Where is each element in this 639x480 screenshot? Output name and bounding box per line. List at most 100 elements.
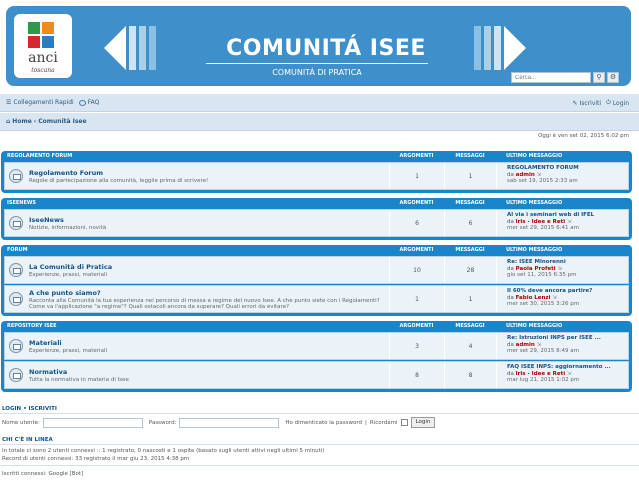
column-last-post: ULTIMO MESSAGGIO xyxy=(506,200,563,206)
last-post-user-link[interactable]: admin xyxy=(516,172,535,178)
last-post-title-link[interactable]: Al via i seminari web di IFEL xyxy=(507,212,628,218)
forum-info: Normativa Tutta la normativa in materia d… xyxy=(5,362,390,388)
forum-read-icon xyxy=(9,368,23,382)
separator: | xyxy=(365,419,367,426)
view-latest-post-icon[interactable]: ⇲ xyxy=(537,172,542,178)
register-link[interactable]: Iscriviti xyxy=(579,100,601,107)
forum-row: Regolamento Forum Regole di partecipazion… xyxy=(4,162,629,190)
search-button[interactable]: ⚲ xyxy=(593,72,605,83)
last-post-title-link[interactable]: REGOLAMENTO FORUM xyxy=(507,165,628,171)
category-header: ISEENEWS ARGOMENTI MESSAGGI ULTIMO MESSAGGI… xyxy=(4,198,629,208)
forum-description: Tutta la normativa in materia di Isee xyxy=(29,376,129,383)
forum-info: La Comunità di Pratica Esperienze, prassi… xyxy=(5,257,390,283)
login-link[interactable]: Login xyxy=(613,100,629,107)
last-post-author: da Paola Profeti ⇲ xyxy=(507,266,628,272)
login-form: Nome utente: Password: Ho dimenticato la… xyxy=(2,417,436,428)
online-users-line: Iscritti connessi: Google [Bot] xyxy=(2,471,84,477)
menu-icon: ☰ xyxy=(6,99,12,106)
forum-read-icon xyxy=(9,263,23,277)
view-latest-post-icon[interactable]: ⇲ xyxy=(567,371,572,377)
view-latest-post-icon[interactable]: ⇲ xyxy=(567,219,572,225)
quick-links-label: Collegamenti Rapidi xyxy=(13,99,74,106)
right-arrows-icon xyxy=(474,26,526,70)
logo-subtext: toscana xyxy=(31,67,55,74)
last-post-by-label: da xyxy=(507,294,514,301)
forum-description: Esperienze, prassi, materiali xyxy=(29,271,108,278)
current-date: Oggi è ven set 02, 2015 6:02 pm xyxy=(538,133,629,139)
username-input[interactable] xyxy=(42,417,143,428)
search-icon: ⚲ xyxy=(596,73,602,81)
forgot-password-link[interactable]: Ho dimenticato la password xyxy=(285,420,362,426)
forum-info: A che punto siamo? Racconta alla Comunità… xyxy=(5,286,390,312)
remember-label: Ricordami xyxy=(369,419,398,426)
forum-row: La Comunità di Pratica Esperienze, prassi… xyxy=(4,256,629,284)
quick-links-menu[interactable]: ☰ Collegamenti Rapidi FAQ xyxy=(6,99,99,106)
faq-link[interactable]: FAQ xyxy=(88,99,100,106)
view-latest-post-icon[interactable]: ⇲ xyxy=(557,266,562,272)
forum-title-link[interactable]: La Comunità di Pratica xyxy=(29,263,112,271)
forum-title-link[interactable]: Normativa xyxy=(29,368,129,376)
last-post-date: sab set 19, 2015 2:33 am xyxy=(507,178,578,184)
last-post: Re: ISEE Minorenni da Paola Profeti ⇲ gio … xyxy=(497,257,628,283)
last-post-user-link[interactable]: Iris - Idee e Reti xyxy=(516,219,566,225)
breadcrumb-home[interactable]: Home xyxy=(12,118,31,125)
login-button[interactable]: Login xyxy=(410,417,436,428)
anci-logo[interactable]: anci toscana xyxy=(14,14,72,78)
category-title[interactable]: FORUM xyxy=(4,247,389,253)
breadcrumb: ⌂ Home ‹ Comunità Isee xyxy=(0,113,639,131)
last-post-title-link[interactable]: Re: ISEE Minorenni xyxy=(507,259,628,265)
login-section-title[interactable]: LOGIN • ISCRIVITI xyxy=(2,406,57,412)
last-post-user-link[interactable]: admin xyxy=(516,342,535,348)
last-post-user-link[interactable]: Paola Profeti xyxy=(516,266,556,272)
forum-info: Materiali Esperienze, prassi, materiali xyxy=(5,333,390,359)
forum-category: REPOSITORY ISEE ARGOMENTI MESSAGGI ULTIMO M… xyxy=(1,321,632,392)
power-icon: ⏻ xyxy=(606,99,611,106)
username-label: Nome utente: xyxy=(2,419,40,426)
last-post-author: da Iris - Idee e Reti ⇲ xyxy=(507,219,628,225)
posts-count: 8 xyxy=(445,362,497,388)
last-post-date: mer set 29, 2015 6:41 am xyxy=(507,225,579,231)
last-post-date: mer set 30, 2015 3:26 pm xyxy=(507,301,580,307)
view-latest-post-icon[interactable]: ⇲ xyxy=(537,342,542,348)
header-banner: anci toscana COMUNITÁ ISEE COMUNITÁ DI P… xyxy=(6,6,631,86)
forum-title-link[interactable]: Materiali xyxy=(29,339,107,347)
category-title[interactable]: REPOSITORY ISEE xyxy=(4,323,389,329)
logo-square-green xyxy=(28,22,40,34)
column-topics: ARGOMENTI xyxy=(399,153,434,159)
search-input[interactable] xyxy=(511,72,591,83)
last-post: Re: Istruzioni INPS per ISEE ... da admin… xyxy=(497,333,628,359)
forum-title-link[interactable]: IseeNews xyxy=(29,216,106,224)
last-post-title-link[interactable]: Re: Istruzioni INPS per ISEE ... xyxy=(507,335,628,341)
left-arrows-icon xyxy=(104,26,156,70)
breadcrumb-current[interactable]: Comunità Isee xyxy=(38,118,86,125)
forum-category: REGOLAMENTO FORUM ARGOMENTI MESSAGGI ULTIMO… xyxy=(1,151,632,193)
category-header: REGOLAMENTO FORUM ARGOMENTI MESSAGGI ULTIMO… xyxy=(4,151,629,161)
divider xyxy=(0,413,639,414)
topics-count: 1 xyxy=(390,286,445,312)
last-post-by-label: da xyxy=(507,265,514,272)
category-title[interactable]: REGOLAMENTO FORUM xyxy=(4,153,389,159)
online-stats-line: In totale ci sono 2 utenti connessi :: 1… xyxy=(2,448,325,454)
category-title[interactable]: ISEENEWS xyxy=(4,200,389,206)
column-last-post: ULTIMO MESSAGGIO xyxy=(506,247,563,253)
forum-description: Regole di partecipazione alla comunità, … xyxy=(29,177,209,184)
advanced-search-button[interactable]: ⚙ xyxy=(607,72,619,83)
posts-count: 28 xyxy=(445,257,497,283)
last-post-title-link[interactable]: FAQ ISEE INPS: aggiornamento ... xyxy=(507,364,628,370)
forum-read-icon xyxy=(9,169,23,183)
last-post-user-link[interactable]: Iris - Idee e Reti xyxy=(516,371,566,377)
breadcrumb-separator: ‹ xyxy=(33,118,37,125)
remember-checkbox[interactable] xyxy=(400,419,408,426)
banner-subtitle: COMUNITÁ DI PRATICA xyxy=(272,68,362,77)
topics-count: 3 xyxy=(390,333,445,359)
last-post-user-link[interactable]: Fabio Lenzi xyxy=(516,295,551,301)
forum-title-link[interactable]: A che punto siamo? xyxy=(29,289,389,297)
online-section-title: CHI C'È IN LINEA xyxy=(2,437,53,443)
password-input[interactable] xyxy=(179,417,280,428)
forum-title-link[interactable]: Regolamento Forum xyxy=(29,169,208,177)
posts-count: 4 xyxy=(445,333,497,359)
view-latest-post-icon[interactable]: ⇲ xyxy=(552,295,557,301)
last-post-author: da admin ⇲ xyxy=(507,172,628,178)
last-post-author: da Fabio Lenzi ⇲ xyxy=(507,295,628,301)
last-post-title-link[interactable]: Il 60% deve ancora partire? xyxy=(507,288,628,294)
